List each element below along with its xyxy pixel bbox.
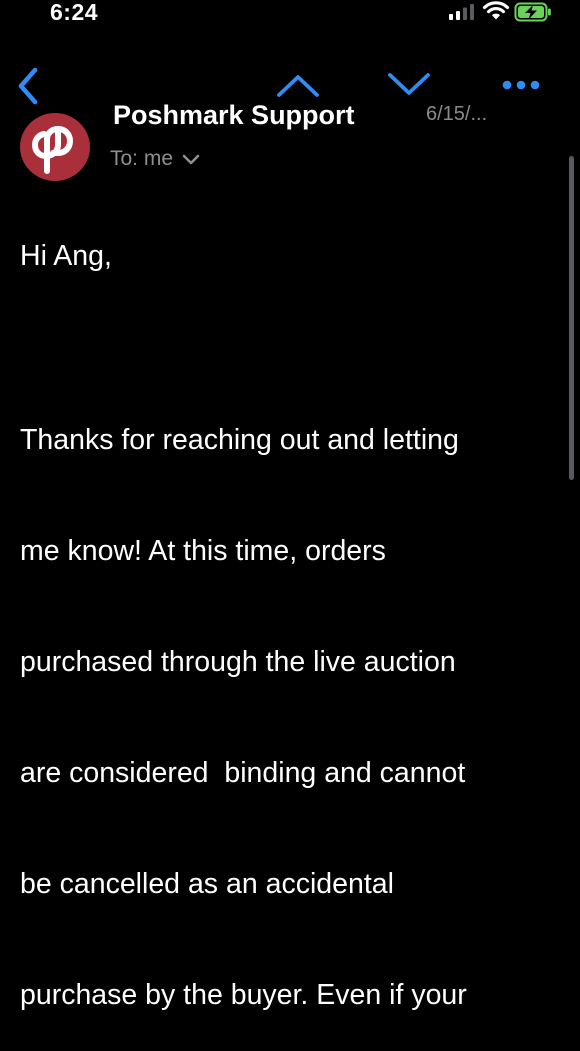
wifi-icon	[482, 1, 510, 20]
to-label: To: me	[110, 147, 174, 170]
sender-avatar[interactable]	[20, 113, 90, 181]
chevron-down-icon	[388, 73, 430, 95]
back-button[interactable]	[14, 66, 44, 106]
body-line: be cancelled as an accidental	[20, 868, 394, 900]
previous-email-button[interactable]	[274, 68, 322, 102]
email-body: Thanks for reaching out and letting me k…	[20, 348, 565, 1051]
status-bar: 6:24	[0, 0, 580, 30]
body-line: me know! At this time, orders	[20, 535, 386, 567]
cellular-signal-icon	[449, 4, 474, 20]
recipients-toggle[interactable]: To: me	[110, 147, 200, 171]
ellipsis-icon	[502, 80, 540, 90]
scrollbar[interactable]	[569, 156, 574, 480]
poshmark-logo-icon	[31, 125, 74, 174]
body-line: purchase by the buyer. Even if your	[20, 979, 467, 1011]
battery-charging-icon	[514, 2, 551, 22]
email-date: 6/15/...	[426, 103, 488, 125]
chevron-left-icon	[18, 67, 38, 105]
email-header: Poshmark Support 6/15/... To: me	[0, 100, 580, 181]
body-line: Thanks for reaching out and letting	[20, 424, 459, 456]
body-line: are considered binding and cannot	[20, 757, 466, 789]
status-time: 6:24	[50, 0, 99, 25]
more-options-button[interactable]	[498, 74, 544, 96]
email-greeting: Hi Ang,	[20, 240, 112, 272]
chevron-down-icon	[182, 154, 200, 165]
next-email-button[interactable]	[385, 68, 433, 102]
chevron-up-icon	[277, 75, 319, 97]
body-line: purchased through the live auction	[20, 646, 456, 678]
